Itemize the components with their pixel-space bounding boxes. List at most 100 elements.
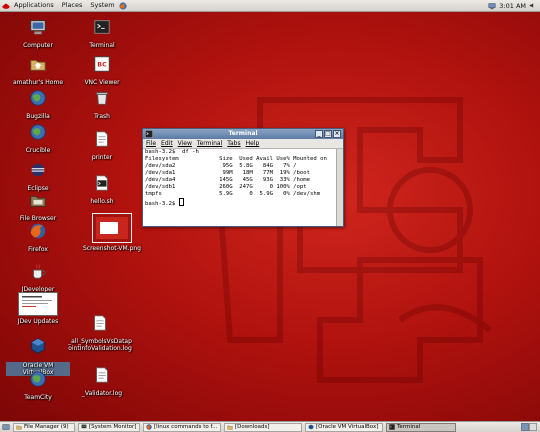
- taskbar-item-label: [System Monitor]: [89, 424, 137, 430]
- virtualbox-icon: [308, 424, 314, 430]
- desktop-icon-jdeveloper[interactable]: JDeveloper: [6, 262, 70, 293]
- terminal-line: /dev/sdb1 260G 247G 0 100% /opt: [145, 184, 307, 190]
- terminal-window[interactable]: Terminal _ □ × File Edit View Terminal T…: [142, 128, 344, 227]
- desktop-icon-label: Bugzilla: [26, 113, 50, 120]
- taskbar-item-terminal[interactable]: Terminal: [386, 422, 456, 432]
- firefox-launcher-icon[interactable]: [119, 1, 127, 10]
- desktop-icon-label: hello.sh: [90, 198, 114, 205]
- image-file-icon: [92, 213, 132, 243]
- desktop-icon-label: amathur's Home: [12, 79, 64, 86]
- computer-icon: [30, 20, 46, 35]
- menu-tabs[interactable]: Tabs: [227, 139, 240, 148]
- globe-icon: [30, 124, 46, 140]
- desktop-icon-validation-log[interactable]: _all_SymbolsVsDatapointInfoValidation.lo…: [68, 314, 132, 352]
- places-menu[interactable]: Places: [58, 0, 87, 11]
- terminal-line: /dev/sda2 95G 5.8G 84G 7% /: [145, 163, 297, 169]
- desktop-icon-label: _all_SymbolsVsDatapointInfoValidation.lo…: [68, 338, 132, 352]
- terminal-prompt: bash-3.2$: [145, 201, 179, 207]
- desktop-icon-screenshot-png[interactable]: Screenshot-VM.png: [80, 213, 144, 252]
- menu-file[interactable]: File: [146, 139, 156, 148]
- desktop-icon-crucible[interactable]: Crucible: [6, 123, 70, 154]
- terminal-icon: [94, 20, 110, 34]
- terminal-title: Terminal: [228, 130, 258, 137]
- terminal-line: Filesystem Size Used Avail Use% Mounted …: [145, 156, 327, 162]
- close-button[interactable]: ×: [333, 130, 341, 138]
- taskbar-item-virtualbox[interactable]: [Oracle VM VirtualBox]: [305, 422, 383, 432]
- terminal-line: /dev/sda4 145G 45G 93G 33% /home: [145, 177, 311, 183]
- document-thumbnail-icon: [18, 292, 58, 316]
- volume-icon[interactable]: [529, 2, 536, 9]
- globe-icon: [30, 90, 46, 106]
- globe-icon: [30, 371, 46, 387]
- network-status-icon[interactable]: [488, 2, 496, 10]
- show-desktop-icon[interactable]: [2, 423, 10, 431]
- eclipse-icon: [31, 163, 45, 177]
- workspace-switcher-icon[interactable]: [521, 423, 537, 431]
- shadowman-background-pattern: [216, 97, 492, 383]
- bottom-panel: File Manager (9) [System Monitor] [linux…: [0, 421, 540, 432]
- desktop-icon-trash[interactable]: Trash: [70, 89, 134, 120]
- terminal-icon: [389, 424, 395, 430]
- desktop-icon-label: Firefox: [28, 246, 48, 253]
- clock[interactable]: 3:01 AM: [499, 2, 526, 10]
- desktop-icon-jdev-updates[interactable]: JDev Updates: [6, 292, 70, 325]
- terminal-prompt-line: bash-3.2$: [145, 198, 337, 208]
- applications-menu[interactable]: Applications: [10, 0, 58, 11]
- desktop-icon-bugzilla[interactable]: Bugzilla: [6, 89, 70, 120]
- desktop-icon-label: Screenshot-VM.png: [82, 245, 141, 252]
- jdeveloper-icon: [33, 264, 46, 279]
- desktop-icon-firefox[interactable]: Firefox: [6, 222, 70, 253]
- top-panel: Applications Places System 3:01 AM: [0, 0, 540, 12]
- maximize-button[interactable]: □: [324, 130, 332, 138]
- trash-icon: [96, 92, 108, 105]
- desktop-icon-label: Computer: [23, 42, 53, 49]
- folder-icon: [16, 425, 22, 430]
- desktop-icon-label: _Validator.log: [81, 390, 123, 397]
- desktop-icon-label: Terminal: [89, 42, 115, 49]
- terminal-line: /dev/sda1 99M 18M 77M 19% /boot: [145, 170, 311, 176]
- desktop-icon-label: Trash: [94, 113, 110, 120]
- menu-terminal[interactable]: Terminal: [197, 139, 222, 148]
- desktop-icon-teamcity[interactable]: TeamCity: [6, 370, 70, 401]
- desktop-icon-label: printer: [91, 154, 113, 161]
- taskbar-item-file-manager[interactable]: File Manager (9): [13, 422, 75, 432]
- vnc-viewer-icon: BC: [94, 56, 110, 72]
- taskbar-item-firefox[interactable]: [linux commands to f...: [143, 422, 221, 432]
- desktop-icon-home[interactable]: amathur's Home: [6, 55, 70, 86]
- desktop-icon-computer[interactable]: Computer: [6, 18, 70, 49]
- desktop-icon-hello-sh[interactable]: hello.sh: [70, 174, 134, 205]
- script-file-icon: [96, 175, 108, 191]
- file-browser-icon: [30, 195, 46, 207]
- menu-help[interactable]: Help: [246, 139, 260, 148]
- desktop-icon-validator-log[interactable]: _Validator.log: [70, 366, 134, 397]
- menu-view[interactable]: View: [178, 139, 192, 148]
- desktop-icon-label: JDev Updates: [17, 318, 59, 325]
- svg-text:BC: BC: [97, 62, 107, 69]
- text-file-icon: [96, 367, 108, 383]
- monitor-icon: [81, 424, 87, 429]
- taskbar-item-system-monitor[interactable]: [System Monitor]: [78, 422, 140, 432]
- firefox-icon: [30, 223, 46, 239]
- menu-edit[interactable]: Edit: [161, 139, 173, 148]
- desktop-icon-eclipse[interactable]: Eclipse: [6, 161, 70, 192]
- taskbar-item-label: [Downloads]: [235, 424, 270, 430]
- terminal-menubar: File Edit View Terminal Tabs Help: [143, 139, 343, 149]
- virtualbox-icon: [31, 338, 45, 354]
- system-menu[interactable]: System: [86, 0, 118, 11]
- folder-icon: [227, 425, 233, 430]
- desktop-icon-printer-file[interactable]: printer: [70, 130, 134, 161]
- home-folder-icon: [30, 59, 46, 71]
- minimize-button[interactable]: _: [315, 130, 323, 138]
- desktop-icon-terminal[interactable]: Terminal: [70, 18, 134, 49]
- terminal-scrollbar[interactable]: [336, 149, 343, 226]
- terminal-output[interactable]: bash-3.2$ df -h Filesystem Size Used Avai…: [143, 149, 337, 226]
- desktop-icon-vnc-viewer[interactable]: BC VNC Viewer: [70, 55, 134, 86]
- text-file-icon: [96, 131, 108, 147]
- taskbar-item-downloads[interactable]: [Downloads]: [224, 422, 302, 432]
- terminal-title-bar[interactable]: Terminal _ □ ×: [143, 129, 343, 139]
- terminal-icon[interactable]: [145, 130, 153, 138]
- taskbar-item-label: [Oracle VM VirtualBox]: [316, 424, 379, 430]
- desktop-icon-label: VNC Viewer: [84, 79, 120, 86]
- desktop-icon-file-browser[interactable]: File Browser: [6, 191, 70, 222]
- terminal-line: bash-3.2$ df -h: [145, 149, 199, 155]
